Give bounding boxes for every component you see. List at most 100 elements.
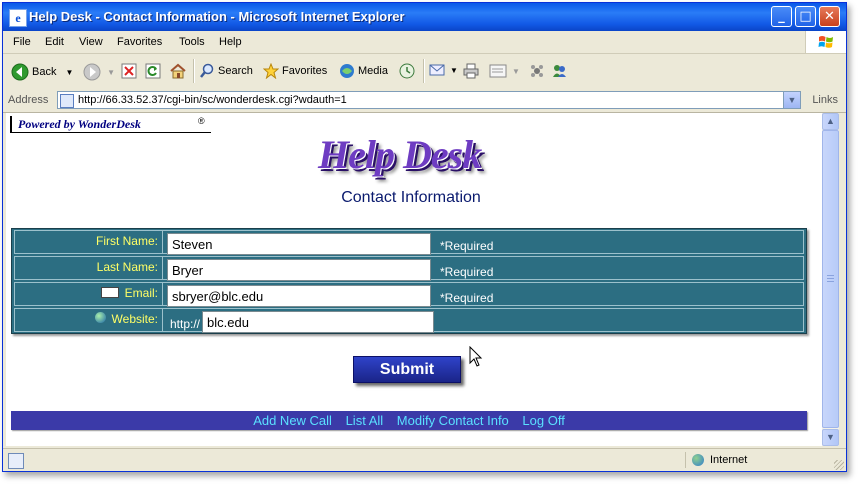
label-cell: First Name: xyxy=(15,231,163,253)
required-note: *Required xyxy=(440,291,494,305)
security-zone[interactable]: Internet xyxy=(685,452,814,468)
page-heading: Contact Information xyxy=(341,189,481,206)
links-label[interactable]: Links xyxy=(812,94,838,106)
discuss-button[interactable] xyxy=(529,63,548,79)
list-all-link[interactable]: List All xyxy=(346,413,384,428)
vertical-scrollbar[interactable]: ▲ ▼ xyxy=(822,113,839,446)
forward-button[interactable]: ▼ xyxy=(83,63,115,81)
messenger-icon xyxy=(553,65,566,77)
label-cell: Website: xyxy=(15,309,163,331)
media-label: Media xyxy=(358,64,388,77)
favorites-star-icon xyxy=(263,63,279,79)
last-name-input[interactable]: Bryer xyxy=(167,259,431,281)
scroll-grip xyxy=(827,278,834,279)
history-button[interactable] xyxy=(399,63,418,79)
toolbar-separator xyxy=(423,59,425,83)
mouse-pointer-icon xyxy=(469,346,483,367)
submit-button[interactable]: Submit xyxy=(353,356,461,383)
windows-flag-icon xyxy=(818,36,833,48)
ie-page-icon: e xyxy=(9,9,27,27)
help-desk-logo: Help Desk xyxy=(318,132,482,177)
globe-icon xyxy=(94,312,106,324)
minimize-button[interactable]: _ xyxy=(771,6,792,27)
menu-bar: File Edit View Favorites Tools Help xyxy=(3,31,846,54)
close-button[interactable]: ✕ xyxy=(819,6,840,27)
powered-by-text[interactable]: Powered by WonderDesk xyxy=(18,117,141,132)
modify-contact-info-link[interactable]: Modify Contact Info xyxy=(397,413,509,428)
refresh-icon xyxy=(145,63,161,79)
menu-favorites[interactable]: Favorites xyxy=(117,36,162,48)
email-label: Email: xyxy=(124,286,158,300)
status-bar: Internet xyxy=(3,448,846,471)
resize-grip[interactable] xyxy=(834,460,844,470)
registered-mark: ® xyxy=(198,116,205,126)
maximize-button[interactable]: □ xyxy=(795,6,816,27)
back-arrow-icon xyxy=(11,63,29,81)
menu-file[interactable]: File xyxy=(13,36,31,48)
email-row: Email: sbryer@blc.edu *Required xyxy=(14,282,804,307)
discuss-icon xyxy=(531,65,543,77)
first-name-label: First Name: xyxy=(95,234,158,248)
forward-arrow-icon xyxy=(83,63,101,81)
address-bar: Address http://66.33.52.37/cgi-bin/sc/wo… xyxy=(3,89,846,113)
messenger-button[interactable] xyxy=(551,63,570,79)
scroll-up-icon[interactable]: ▲ xyxy=(822,113,839,130)
scroll-grip xyxy=(827,275,834,276)
internet-zone-icon xyxy=(692,454,704,466)
window-title: Help Desk - Contact Information - Micros… xyxy=(29,9,405,24)
browser-window: e Help Desk - Contact Information - Micr… xyxy=(2,2,847,472)
first-name-row: First Name: Steven *Required xyxy=(14,230,804,255)
search-icon xyxy=(200,63,214,78)
label-cell: Email: xyxy=(15,283,163,305)
label-cell: Last Name: xyxy=(15,257,163,279)
powered-by-banner[interactable]: Powered by WonderDesk ® xyxy=(10,116,211,133)
mail-dropdown-icon[interactable]: ▼ xyxy=(450,66,458,75)
edit-button[interactable]: ▼ xyxy=(489,63,520,79)
website-label: Website: xyxy=(111,312,158,326)
media-icon xyxy=(340,64,354,78)
print-button[interactable] xyxy=(463,63,482,79)
zone-label: Internet xyxy=(710,454,748,466)
favorites-button[interactable]: Favorites xyxy=(263,63,327,79)
stop-button[interactable] xyxy=(121,63,140,79)
media-button[interactable]: Media xyxy=(339,63,388,79)
scroll-thumb[interactable] xyxy=(822,130,839,428)
home-button[interactable] xyxy=(169,63,190,79)
required-note: *Required xyxy=(440,265,494,279)
menu-edit[interactable]: Edit xyxy=(45,36,64,48)
back-dropdown-icon[interactable]: ▼ xyxy=(66,68,74,77)
menu-tools[interactable]: Tools xyxy=(179,36,205,48)
required-note: *Required xyxy=(440,239,494,253)
favorites-label: Favorites xyxy=(282,64,328,77)
edit-dropdown-icon[interactable]: ▼ xyxy=(512,67,520,76)
first-name-input[interactable]: Steven xyxy=(167,233,431,255)
log-off-link[interactable]: Log Off xyxy=(522,413,564,428)
refresh-button[interactable] xyxy=(145,63,164,79)
windows-logo xyxy=(805,31,846,53)
title-bar[interactable]: e Help Desk - Contact Information - Micr… xyxy=(3,3,846,31)
email-envelope-icon xyxy=(100,287,119,299)
page-viewport: Powered by WonderDesk ® Help Desk Contac… xyxy=(6,113,822,446)
scroll-down-icon[interactable]: ▼ xyxy=(822,429,839,446)
website-input[interactable]: blc.edu xyxy=(202,311,434,333)
email-input[interactable]: sbryer@blc.edu xyxy=(167,285,431,307)
add-new-call-link[interactable]: Add New Call xyxy=(253,413,332,428)
menu-view[interactable]: View xyxy=(79,36,103,48)
page-icon xyxy=(60,94,74,108)
website-row: Website: http:// blc.edu xyxy=(14,308,804,333)
scroll-grip xyxy=(827,281,834,282)
search-button[interactable]: Search xyxy=(199,63,253,79)
mail-button[interactable]: ▼ xyxy=(429,63,458,77)
print-icon xyxy=(463,63,479,79)
email-label-wrap: Email: xyxy=(100,286,158,300)
status-page-icon xyxy=(8,453,24,469)
address-dropdown-icon[interactable]: ▼ xyxy=(783,92,800,108)
menu-help[interactable]: Help xyxy=(219,36,242,48)
edit-page-icon xyxy=(489,64,507,78)
forward-dropdown-icon[interactable]: ▼ xyxy=(107,68,115,77)
address-field[interactable]: http://66.33.52.37/cgi-bin/sc/wonderdesk… xyxy=(57,91,801,109)
back-button[interactable]: Back ▼ xyxy=(11,63,73,81)
website-prefix: http:// xyxy=(170,317,201,331)
contact-form: First Name: Steven *Required Last Name: … xyxy=(11,228,807,334)
address-url[interactable]: http://66.33.52.37/cgi-bin/sc/wonderdesk… xyxy=(78,94,347,106)
